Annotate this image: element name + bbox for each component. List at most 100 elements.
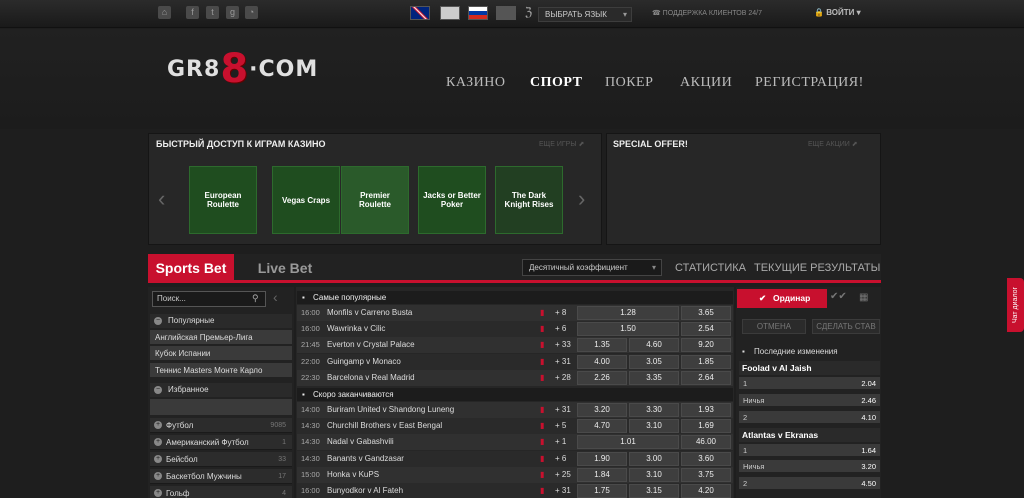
- event-row[interactable]: 22:30 Barcelona v Real Madrid ▮ + 28 2.26 3.3…: [297, 369, 733, 386]
- tab-sports-bet[interactable]: Sports Bet: [148, 254, 234, 283]
- recent-odd-row[interactable]: Ничья 2.46: [739, 394, 880, 407]
- event-row[interactable]: 16:00 Bunyodkor v Al Fateh ▮ + 31 1.75 3.15 4.…: [297, 483, 733, 498]
- odd-draw[interactable]: 4.60: [629, 338, 679, 353]
- stats-icon[interactable]: ▮: [540, 373, 548, 382]
- odd-away[interactable]: 3.60: [681, 451, 731, 466]
- sport-item[interactable]: + Бейсбол 33: [150, 452, 292, 467]
- event-row[interactable]: 16:00 Monfils v Carreno Busta ▮ + 8 1.28 3.65: [297, 305, 733, 321]
- recent-odd-row[interactable]: 2 4.50: [739, 477, 880, 490]
- game-tile[interactable]: Premier Roulette: [341, 166, 409, 234]
- more-markets[interactable]: + 25: [555, 467, 571, 483]
- odd-away[interactable]: 1.85: [681, 354, 731, 369]
- recent-odd-row[interactable]: 1 1.64: [739, 444, 880, 457]
- flag-icon[interactable]: [440, 6, 460, 20]
- event-match[interactable]: Guingamp v Monaco: [327, 354, 401, 370]
- odd-away[interactable]: 46.00: [681, 435, 731, 450]
- odd-away[interactable]: 2.54: [681, 322, 731, 337]
- odd-home[interactable]: 4.00: [577, 354, 627, 369]
- support-link[interactable]: ☎ ПОДДЕРЖКА КЛИЕНТОВ 24/7: [652, 9, 762, 17]
- popular-item[interactable]: Кубок Испании: [150, 346, 292, 361]
- nav-register[interactable]: РЕГИСТРАЦИЯ!: [755, 75, 864, 91]
- event-match[interactable]: Nadal v Gabashvili: [327, 434, 394, 450]
- stats-icon[interactable]: ▮: [540, 422, 548, 430]
- favorites-header[interactable]: − Избранное: [150, 383, 292, 397]
- more-markets[interactable]: + 31: [555, 354, 571, 370]
- sport-item[interactable]: + Баскетбол Мужчины 17: [150, 469, 292, 484]
- more-markets[interactable]: + 33: [555, 337, 571, 353]
- odd-home[interactable]: 1.35: [577, 338, 627, 353]
- live-results-link[interactable]: ТЕКУЩИЕ РЕЗУЛЬТАТЫ: [754, 262, 880, 274]
- popular-header[interactable]: − Популярные: [150, 314, 292, 328]
- odd-home[interactable]: 3.20: [577, 403, 627, 417]
- event-row[interactable]: 16:00 Wawrinka v Cilic ▮ + 6 1.50 2.54: [297, 321, 733, 338]
- nav-casino[interactable]: КАЗИНО: [446, 75, 505, 91]
- odd-away[interactable]: 1.93: [681, 403, 731, 417]
- more-promos-link[interactable]: ЕЩЕ АКЦИИ ⬈: [808, 140, 858, 148]
- place-bet-button[interactable]: СДЕЛАТЬ СТАВ: [812, 319, 880, 334]
- recent-odd-row[interactable]: 1 2.04: [739, 377, 880, 390]
- stats-icon[interactable]: ▮: [540, 341, 548, 349]
- odd-home[interactable]: 4.70: [577, 419, 627, 434]
- recent-match[interactable]: Atlantas v Ekranas: [739, 428, 880, 442]
- rss-icon[interactable]: ◔: [245, 6, 258, 19]
- event-row[interactable]: 14:00 Buriram United v Shandong Luneng ▮ + …: [297, 402, 733, 418]
- event-match[interactable]: Buriram United v Shandong Luneng: [327, 402, 454, 418]
- sport-item[interactable]: + Американский Футбол 1: [150, 435, 292, 450]
- odd-away[interactable]: 3.75: [681, 467, 731, 482]
- logo[interactable]: GR88·COM: [167, 40, 318, 92]
- odd-home[interactable]: 1.75: [577, 484, 627, 498]
- tab-single-bet[interactable]: ✔ Ординар: [737, 289, 827, 308]
- event-match[interactable]: Monfils v Carreno Busta: [327, 305, 412, 321]
- odd-away[interactable]: 9.20: [681, 338, 731, 353]
- odd-away[interactable]: 3.65: [681, 306, 731, 320]
- search-input[interactable]: Поиск...: [152, 291, 266, 307]
- odd-draw[interactable]: 3.05: [629, 354, 679, 369]
- event-row[interactable]: 22:00 Guingamp v Monaco ▮ + 31 4.00 3.05 1.85: [297, 353, 733, 370]
- uk-flag-icon[interactable]: [410, 6, 430, 20]
- odd-away[interactable]: 2.64: [681, 370, 731, 385]
- more-markets[interactable]: + 8: [555, 305, 566, 321]
- system-bet-icon[interactable]: ▦: [859, 292, 868, 303]
- next-arrow-icon[interactable]: ›: [578, 186, 585, 212]
- odd-draw[interactable]: 3.00: [629, 451, 679, 466]
- more-markets[interactable]: + 6: [555, 321, 566, 337]
- odd-home[interactable]: 1.01: [577, 435, 679, 450]
- more-markets[interactable]: + 31: [555, 402, 571, 418]
- odd-draw[interactable]: 3.35: [629, 370, 679, 385]
- language-select[interactable]: ВЫБРАТЬ ЯЗЫК ▾: [538, 7, 632, 22]
- odd-draw[interactable]: 3.10: [629, 419, 679, 434]
- multi-bet-icon[interactable]: ✔✔: [830, 291, 847, 302]
- statistics-link[interactable]: СТАТИСТИКА: [675, 262, 746, 274]
- flag-icon[interactable]: [496, 6, 516, 20]
- home-icon[interactable]: ⌂: [158, 6, 171, 19]
- twitter-icon[interactable]: t: [206, 6, 219, 19]
- event-match[interactable]: Banants v Gandzasar: [327, 451, 404, 467]
- search-icon[interactable]: ⚲: [252, 293, 259, 304]
- event-row[interactable]: 14:30 Churchill Brothers v East Bengal ▮ + …: [297, 418, 733, 435]
- stats-icon[interactable]: ▮: [540, 454, 548, 463]
- stats-icon[interactable]: ▮: [540, 487, 548, 495]
- recent-odd-row[interactable]: 2 4.10: [739, 411, 880, 424]
- more-markets[interactable]: + 28: [555, 370, 571, 386]
- more-markets[interactable]: + 6: [555, 451, 566, 467]
- nav-sport[interactable]: СПОРТ: [530, 75, 582, 91]
- game-tile[interactable]: Vegas Craps: [272, 166, 340, 234]
- stats-icon[interactable]: ▮: [540, 325, 548, 333]
- event-match[interactable]: Bunyodkor v Al Fateh: [327, 483, 403, 498]
- odd-home[interactable]: 1.50: [577, 322, 679, 337]
- more-markets[interactable]: + 5: [555, 418, 566, 434]
- event-row[interactable]: 15:00 Honka v KuPS ▮ + 25 1.84 3.10 3.75: [297, 466, 733, 483]
- stats-icon[interactable]: ▮: [540, 357, 548, 366]
- stats-icon[interactable]: ▮: [540, 309, 548, 317]
- odd-draw[interactable]: 3.15: [629, 484, 679, 498]
- sport-item[interactable]: + Гольф 4: [150, 486, 292, 498]
- popular-item[interactable]: Теннис Masters Монте Карло: [150, 363, 292, 378]
- sport-item[interactable]: + Футбол 9085: [150, 418, 292, 433]
- event-row[interactable]: 14:30 Nadal v Gabashvili ▮ + 1 1.01 46.00: [297, 434, 733, 451]
- odd-home[interactable]: 1.84: [577, 467, 627, 482]
- odd-away[interactable]: 1.69: [681, 419, 731, 434]
- google-plus-icon[interactable]: g: [226, 6, 239, 19]
- event-match[interactable]: Honka v KuPS: [327, 467, 379, 483]
- russia-flag-icon[interactable]: [468, 6, 488, 20]
- stats-icon[interactable]: ▮: [540, 406, 548, 414]
